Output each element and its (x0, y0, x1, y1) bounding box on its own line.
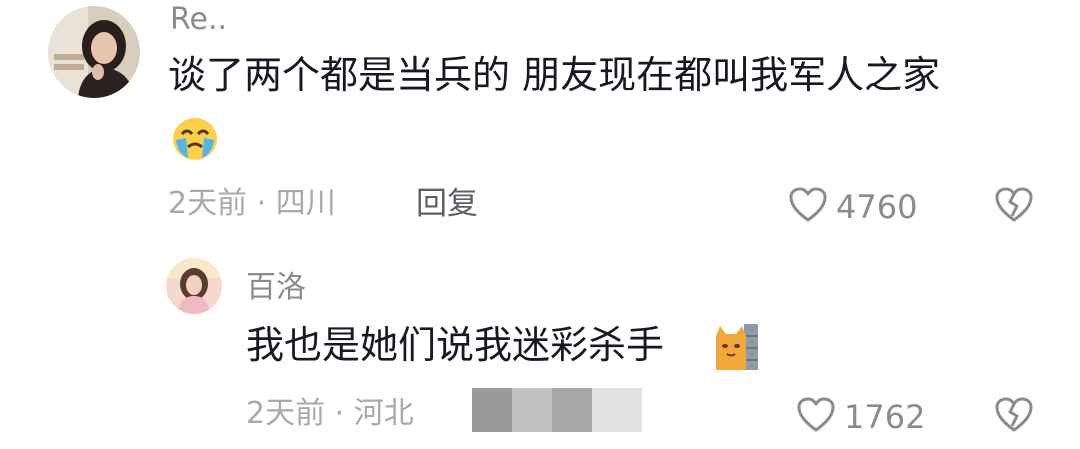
crying-face-icon (168, 114, 222, 166)
like-button[interactable]: 4760 (788, 186, 917, 228)
comment-username[interactable]: Re.. (170, 2, 227, 38)
cat-icon (712, 322, 760, 376)
reply-meta: 2天前 · 河北 (246, 396, 414, 431)
reply-avatar[interactable] (166, 258, 222, 314)
heart-icon (788, 186, 828, 228)
heart-icon (796, 396, 836, 438)
broken-heart-icon[interactable] (994, 186, 1034, 228)
broken-heart-icon[interactable] (994, 396, 1034, 438)
redacted-overlay (472, 388, 642, 432)
comment-meta: 2天前 · 四川 (168, 186, 336, 221)
reply-text: 我也是她们说我迷彩杀手 (246, 323, 665, 367)
comment-text: 谈了两个都是当兵的 朋友现在都叫我军人之家 (168, 53, 941, 97)
like-count: 4760 (836, 188, 918, 226)
avatar[interactable] (48, 6, 140, 98)
reply-button[interactable]: 回复 (416, 186, 478, 222)
reply-like-button[interactable]: 1762 (796, 396, 925, 438)
reply-like-count: 1762 (844, 398, 926, 436)
reply-username[interactable]: 百洛 (246, 270, 306, 306)
